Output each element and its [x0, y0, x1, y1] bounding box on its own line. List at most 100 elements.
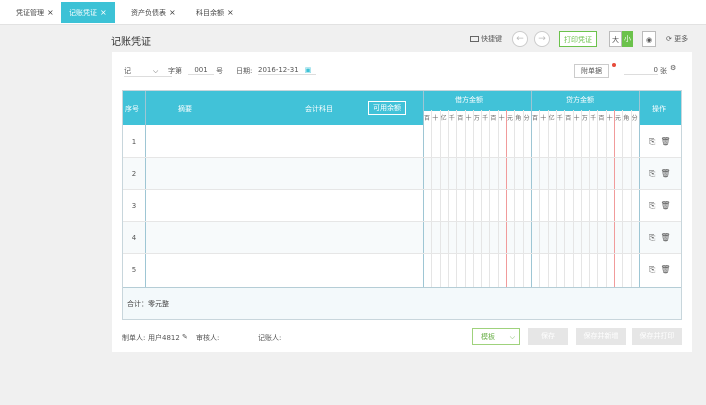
digit-header: 分 — [631, 115, 638, 122]
tab-voucher-manage[interactable]: 凭证管理 × — [8, 2, 62, 23]
row-divider — [123, 189, 681, 190]
eye-icon[interactable]: ◉ — [642, 31, 657, 47]
voucher-word-select[interactable]: 记 ⌵ — [124, 66, 172, 77]
prev-arrow-icon[interactable]: ← — [512, 31, 528, 47]
print-voucher-button[interactable]: 打印凭证 — [559, 31, 597, 47]
voucher-grid: 序号 摘要 会计科目 可用余额 借方金额 贷方金额 操作 百十亿千百十万千百十元… — [122, 90, 682, 320]
row-number: 5 — [131, 266, 137, 274]
settings-gear-icon[interactable]: ⚙ — [670, 64, 676, 72]
digit-header: 百 — [532, 115, 539, 122]
delete-icon[interactable]: 🗑 — [660, 233, 675, 242]
digit-header: 万 — [581, 115, 588, 122]
total-label: 合计：零元整 — [127, 300, 169, 308]
font-small-button[interactable]: 小 — [622, 31, 633, 47]
col-summary-header: 摘要 — [178, 105, 192, 113]
voucher-no-input[interactable]: 001 — [188, 66, 214, 75]
maker-label: 制单人: — [122, 334, 146, 342]
attach-count-input[interactable]: 0 — [624, 66, 658, 75]
column-gridline — [531, 91, 532, 319]
digit-header: 十 — [465, 115, 472, 122]
digit-header: 百 — [457, 115, 464, 122]
row-actions: ⎘🗑 — [649, 265, 676, 275]
date-input[interactable]: 2016-12-31 ▣ — [258, 66, 316, 75]
close-icon[interactable]: × — [169, 8, 176, 17]
tab-balance-sheet[interactable]: 资产负债表 × — [123, 2, 184, 23]
tab-record-voucher[interactable]: 记账凭证 × — [61, 2, 115, 23]
delete-icon[interactable]: 🗑 — [660, 137, 675, 146]
digit-header: 千 — [590, 115, 597, 122]
chevron-down-icon: ⌵ — [509, 333, 515, 341]
copy-icon[interactable]: ⎘ — [649, 233, 660, 242]
edit-pen-icon[interactable]: ✎ — [182, 333, 188, 341]
close-icon[interactable]: × — [47, 8, 54, 17]
copy-icon[interactable]: ⎘ — [649, 169, 660, 178]
digit-header: 百 — [598, 115, 605, 122]
digit-header: 百 — [424, 115, 431, 122]
col-ops-header: 操作 — [652, 105, 666, 113]
tab-bar: 凭证管理 × 记账凭证 × 资产负债表 × 科目余额 × — [0, 0, 706, 25]
digit-header: 万 — [473, 115, 480, 122]
digit-header: 十 — [606, 115, 613, 122]
digit-header: 千 — [448, 115, 455, 122]
tab-account-balance[interactable]: 科目余额 × — [188, 2, 242, 23]
digit-header: 角 — [623, 115, 630, 122]
col-credit-header: 贷方金额 — [566, 96, 594, 104]
row-actions: ⎘🗑 — [649, 137, 676, 147]
digit-header: 十 — [432, 115, 439, 122]
close-icon[interactable]: × — [227, 8, 234, 17]
font-large-button[interactable]: 大 — [609, 31, 622, 47]
digit-header: 十 — [573, 115, 580, 122]
more-button[interactable]: ⟳ 更多 — [666, 31, 688, 47]
date-label: 日期: — [236, 67, 253, 75]
col-index-header: 序号 — [125, 105, 139, 113]
more-label: 更多 — [674, 35, 689, 43]
maker-value: 用户4812 — [148, 334, 180, 342]
row-actions: ⎘🗑 — [649, 201, 676, 211]
tab-label: 记账凭证 — [69, 9, 97, 17]
row-divider — [123, 253, 681, 254]
save-button[interactable]: 保存 — [528, 328, 568, 345]
template-dropdown[interactable]: 模板 ⌵ — [472, 328, 520, 345]
row-actions: ⎘🗑 — [649, 169, 676, 179]
voucher-no-unit: 号 — [216, 67, 223, 75]
copy-icon[interactable]: ⎘ — [649, 201, 660, 210]
notification-dot — [612, 63, 616, 67]
column-gridline — [639, 91, 640, 319]
col-account-header: 会计科目 — [305, 105, 333, 113]
digit-header: 百 — [565, 115, 572, 122]
close-icon[interactable]: × — [100, 8, 107, 17]
digit-header: 亿 — [440, 115, 447, 122]
attach-unit: 张 — [660, 67, 667, 75]
chevron-down-icon: ⌵ — [153, 67, 159, 75]
digit-header: 分 — [523, 115, 530, 122]
shortcut-button[interactable]: 快捷键 — [470, 31, 502, 47]
digit-header: 百 — [490, 115, 497, 122]
delete-icon[interactable]: 🗑 — [660, 265, 675, 274]
row-number: 3 — [131, 202, 137, 210]
delete-icon[interactable]: 🗑 — [660, 201, 675, 210]
attach-button[interactable]: 附单据 — [574, 64, 609, 78]
available-balance-button[interactable]: 可用余额 — [368, 101, 406, 115]
next-arrow-icon[interactable]: → — [534, 31, 550, 47]
date-value: 2016-12-31 — [258, 66, 299, 74]
copy-icon[interactable]: ⎘ — [649, 137, 660, 146]
keyboard-icon — [470, 36, 479, 42]
row-divider — [123, 221, 681, 222]
refresh-icon: ⟳ — [666, 35, 672, 43]
delete-icon[interactable]: 🗑 — [660, 169, 675, 178]
save-print-button[interactable]: 保存并打印 — [632, 328, 682, 345]
digit-header: 元 — [615, 115, 622, 122]
digit-header: 角 — [515, 115, 522, 122]
copy-icon[interactable]: ⎘ — [649, 265, 660, 274]
save-new-button[interactable]: 保存并新增 — [576, 328, 626, 345]
auditor-label: 审核人: — [196, 334, 220, 342]
col-debit-header: 借方金额 — [455, 96, 483, 104]
bookkeeper-label: 记账人: — [258, 334, 282, 342]
row-divider — [123, 157, 681, 158]
total-row: 合计：零元整 — [123, 287, 681, 319]
template-label: 模板 — [481, 333, 495, 341]
column-gridline — [145, 91, 146, 319]
calendar-icon[interactable]: ▣ — [305, 66, 312, 74]
column-gridline — [423, 91, 424, 319]
voucher-no-label: 字第 — [168, 67, 182, 75]
